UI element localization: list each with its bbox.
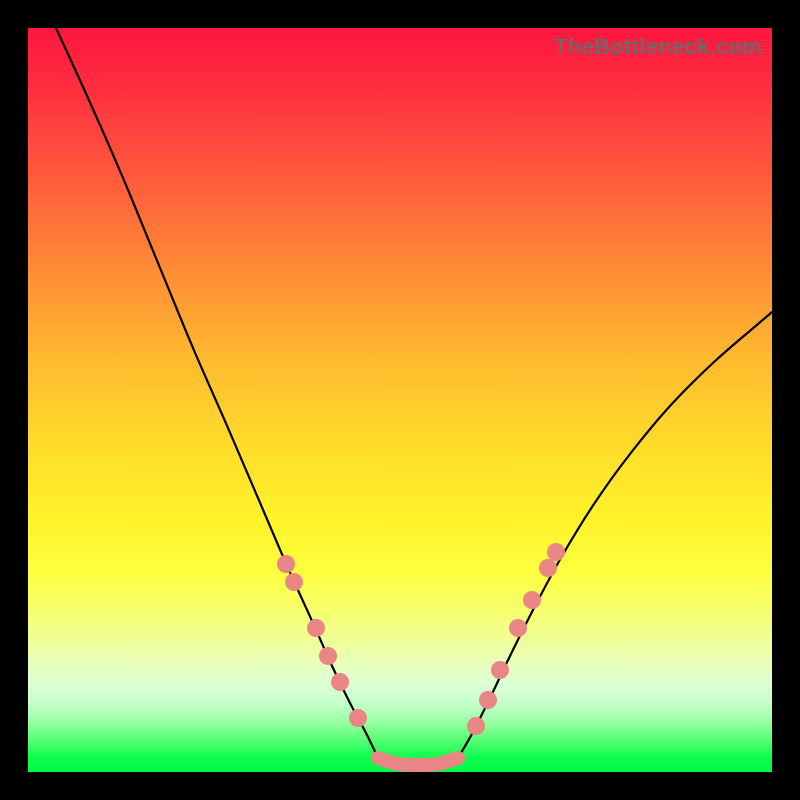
outer-frame: TheBottleneck.com [0,0,800,800]
right-curve [458,312,772,758]
marker-dot [319,647,337,665]
marker-dot [523,591,541,609]
marker-dot [491,661,509,679]
marker-dot [277,555,295,573]
markers-right [467,543,565,735]
trough-highlight [378,758,458,765]
marker-dot [479,691,497,709]
marker-dot [547,543,565,561]
marker-dot [509,619,527,637]
marker-dot [539,559,557,577]
marker-dot [307,619,325,637]
chart-svg [28,28,772,772]
marker-dot [467,717,485,735]
marker-dot [331,673,349,691]
marker-dot [285,573,303,591]
plot-area: TheBottleneck.com [28,28,772,772]
marker-dot [349,709,367,727]
